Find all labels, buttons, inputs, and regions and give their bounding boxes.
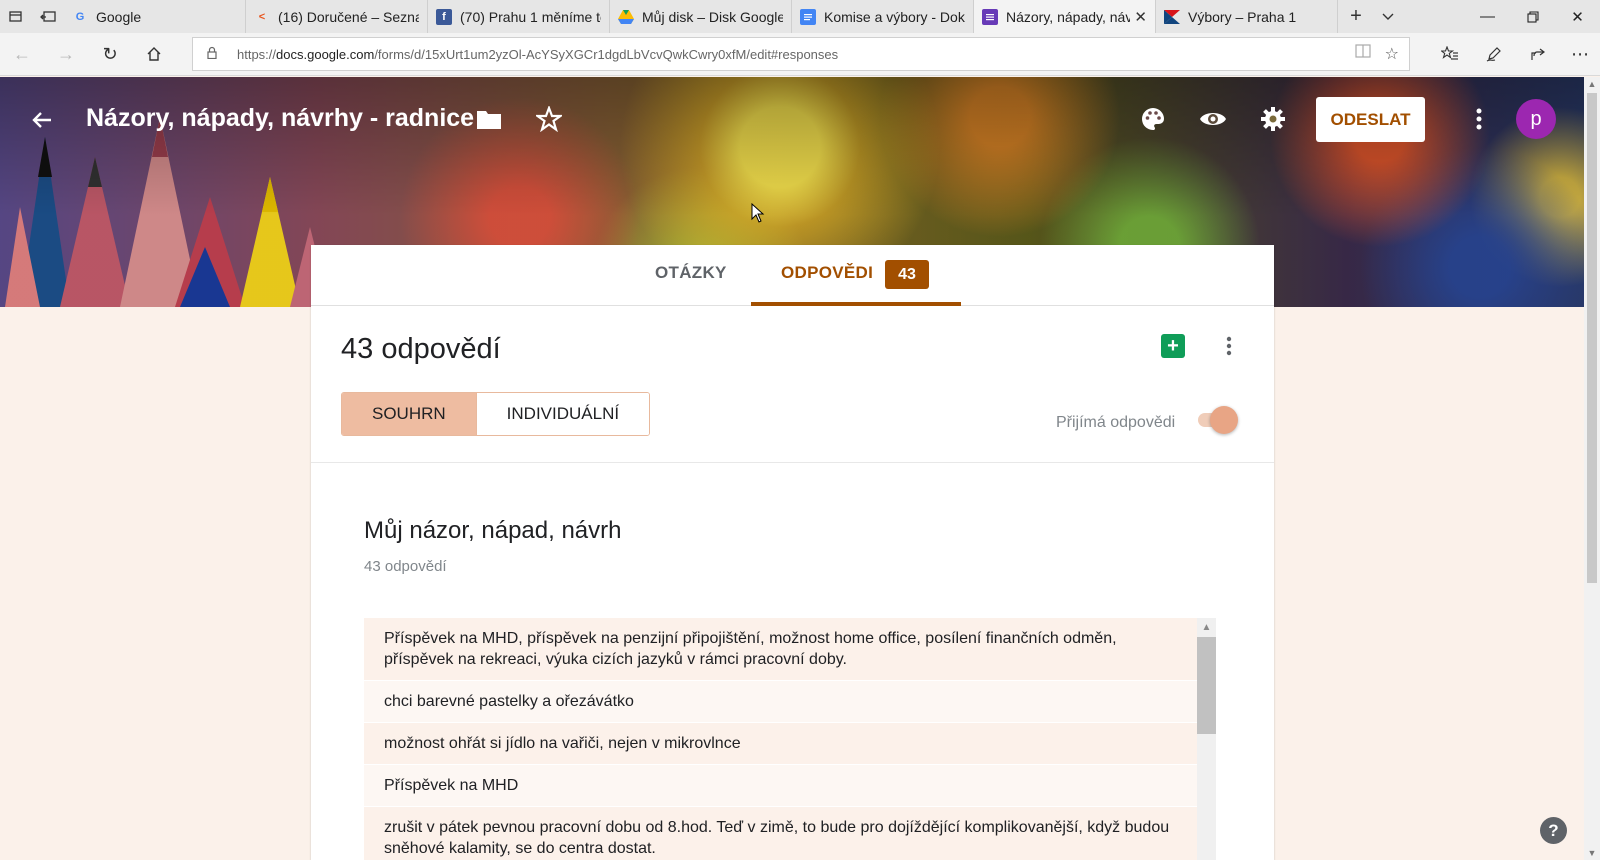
- avatar[interactable]: p: [1516, 99, 1556, 139]
- forms-icon: [982, 8, 998, 25]
- question-title: Můj názor, nápad, návrh: [364, 517, 622, 544]
- list-item: zrušit v pátek pevnou pracovní dobu od 8…: [364, 807, 1197, 860]
- palette-icon[interactable]: [1136, 102, 1170, 136]
- facebook-icon: f: [436, 8, 452, 25]
- page-scrollbar[interactable]: ▲ ▼: [1584, 77, 1600, 860]
- responses-count-badge: 43: [885, 260, 929, 289]
- list-item: Příspěvek na MHD, příspěvek na penzijní …: [364, 618, 1197, 681]
- answers-list: Příspěvek na MHD, příspěvek na penzijní …: [364, 618, 1216, 860]
- address-bar[interactable]: https://docs.google.com/forms/d/15xUrt1u…: [192, 37, 1410, 71]
- tab-title: (16) Doručené – Seznam: [278, 8, 419, 25]
- browser-tab-active[interactable]: Názory, nápady, návr ✕: [974, 0, 1156, 33]
- more-vert-icon[interactable]: [1462, 102, 1496, 136]
- home-icon[interactable]: [140, 41, 168, 67]
- page-scrollbar-thumb[interactable]: [1587, 93, 1597, 583]
- url-host: docs.google.com: [276, 46, 375, 62]
- back-icon[interactable]: ←: [8, 41, 36, 67]
- divider: [311, 462, 1274, 463]
- lock-icon: [207, 46, 225, 62]
- form-tabs: OTÁZKY ODPOVĚDI 43: [311, 245, 1274, 306]
- individual-view-button[interactable]: INDIVIDUÁLNÍ: [475, 393, 650, 435]
- summary-view-button[interactable]: SOUHRN: [342, 393, 476, 435]
- tab-title: Můj disk – Disk Google: [642, 8, 783, 25]
- responses-summary-title: 43 odpovědí: [341, 333, 501, 365]
- view-segmented-control: SOUHRN INDIVIDUÁLNÍ: [341, 392, 651, 436]
- more-vert-icon[interactable]: [1219, 331, 1239, 361]
- list-item: Příspěvek na MHD: [364, 765, 1197, 807]
- help-icon[interactable]: ?: [1540, 817, 1567, 844]
- answers-scrollbar[interactable]: ▲: [1197, 618, 1216, 860]
- refresh-icon[interactable]: ↻: [96, 41, 124, 67]
- folder-icon[interactable]: [472, 102, 506, 136]
- drive-icon: [618, 9, 634, 25]
- reading-view-icon[interactable]: [1355, 44, 1371, 64]
- active-tab-indicator: [751, 302, 961, 306]
- browser-tab[interactable]: G Google: [64, 0, 246, 33]
- back-arrow-icon[interactable]: [26, 104, 58, 136]
- toggle-knob[interactable]: [1210, 406, 1238, 434]
- url-prefix: https://: [237, 46, 277, 62]
- browser-tabstrip: G Google < (16) Doručené – Seznam f (70)…: [0, 0, 1600, 33]
- tab-title: Názory, nápady, návr: [1006, 8, 1131, 25]
- close-tab-icon[interactable]: ✕: [1134, 8, 1147, 26]
- tab-title: Komise a výbory - Dokum: [824, 8, 965, 25]
- browser-tab[interactable]: Můj disk – Disk Google: [610, 0, 792, 33]
- chevron-down-icon[interactable]: [1374, 0, 1402, 33]
- form-title[interactable]: Názory, nápady, návrhy - radnice: [86, 104, 474, 133]
- favorites-icon[interactable]: [1436, 41, 1464, 67]
- list-item: chci barevné pastelky a ořezávátko: [364, 681, 1197, 723]
- tab-title: Google: [96, 8, 142, 25]
- accepting-responses-label: Přijímá odpovědi: [1056, 414, 1176, 431]
- google-sheets-icon[interactable]: +: [1161, 334, 1185, 358]
- browser-tab[interactable]: f (70) Prahu 1 měníme teď: [428, 0, 610, 33]
- more-options-icon[interactable]: ⋯: [1566, 41, 1594, 67]
- tab-responses[interactable]: ODPOVĚDI: [781, 263, 873, 283]
- forward-icon[interactable]: →: [52, 41, 80, 67]
- docs-icon: [800, 8, 816, 25]
- list-item: možnost ohřát si jídlo na vařiči, nejen …: [364, 723, 1197, 765]
- share-icon[interactable]: [1524, 41, 1552, 67]
- tab-title: Výbory – Praha 1: [1188, 8, 1297, 25]
- restore-icon[interactable]: [1510, 0, 1555, 33]
- send-button[interactable]: ODESLAT: [1316, 97, 1425, 142]
- tab-title: (70) Prahu 1 měníme teď: [460, 8, 601, 25]
- minimize-icon[interactable]: —: [1465, 0, 1510, 33]
- praha1-icon: [1164, 9, 1180, 25]
- new-tab-icon[interactable]: +: [1338, 0, 1374, 33]
- star-icon[interactable]: [532, 102, 566, 136]
- mouse-cursor-icon: [751, 203, 765, 223]
- favorite-star-icon[interactable]: ☆: [1385, 44, 1399, 64]
- browser-navbar: ← → ↻ https://docs.google.com/forms/d/15…: [0, 33, 1600, 76]
- scrollbar-thumb[interactable]: [1197, 637, 1216, 734]
- browser-tab[interactable]: Výbory – Praha 1: [1156, 0, 1338, 33]
- browser-tab[interactable]: Komise a výbory - Dokum: [792, 0, 974, 33]
- pen-icon[interactable]: [1480, 41, 1508, 67]
- responses-card: OTÁZKY ODPOVĚDI 43 43 odpovědí + SOUHRN …: [311, 245, 1274, 860]
- url-path: /forms/d/15xUrt1um2yzOl-AcYSyXGCr1dgdLbV…: [374, 46, 839, 62]
- seznam-icon: <: [258, 10, 266, 23]
- settings-gear-icon[interactable]: [1256, 102, 1290, 136]
- tab-questions[interactable]: OTÁZKY: [655, 263, 727, 283]
- scroll-down-icon[interactable]: ▼: [1584, 848, 1600, 858]
- question-response-count: 43 odpovědí: [364, 558, 447, 575]
- close-window-icon[interactable]: ✕: [1555, 0, 1600, 33]
- preview-eye-icon[interactable]: [1196, 102, 1230, 136]
- browser-tab[interactable]: < (16) Doručené – Seznam: [246, 0, 428, 33]
- google-icon: G: [75, 10, 85, 23]
- scroll-up-icon[interactable]: ▲: [1197, 618, 1216, 636]
- tab-preview-icon[interactable]: [0, 0, 32, 33]
- scroll-up-icon[interactable]: ▲: [1584, 79, 1600, 89]
- set-tabs-aside-icon[interactable]: [32, 0, 64, 33]
